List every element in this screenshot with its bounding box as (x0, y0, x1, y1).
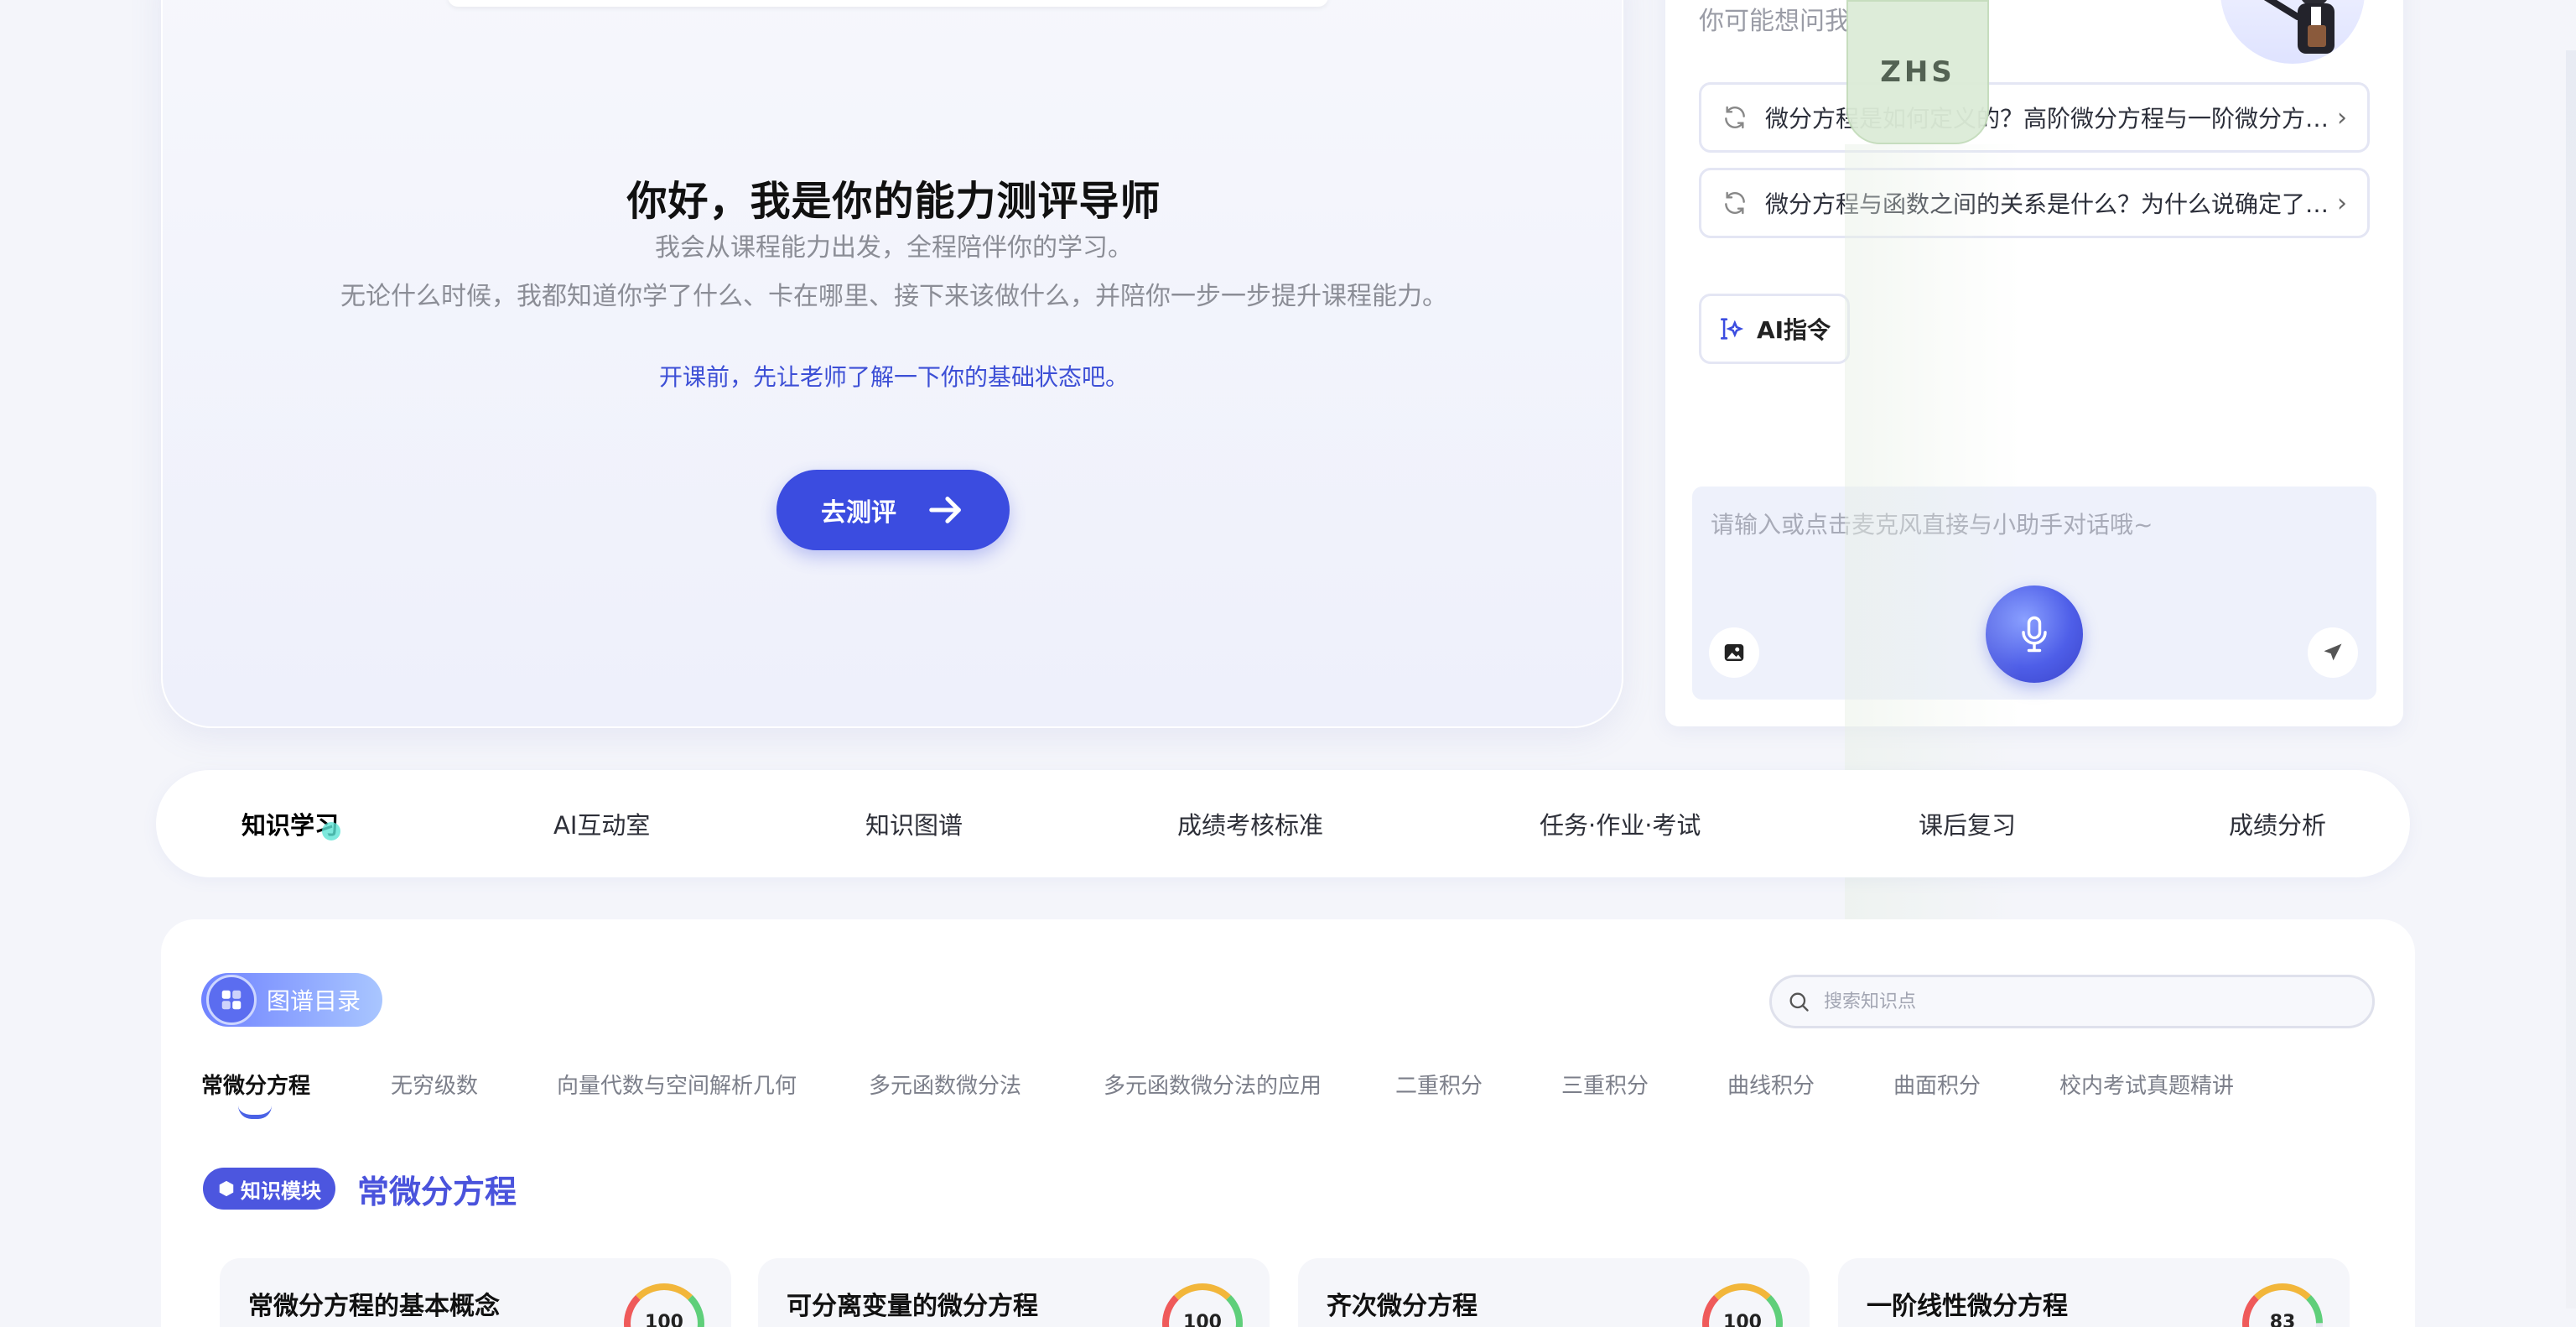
main-tab-bar: 知识学习 AI互动室 知识图谱 成绩考核标准 任务·作业·考试 课后复习 成绩分… (156, 770, 2410, 877)
knowledge-card-score: 83 (2269, 1312, 2296, 1327)
module-tag: 知识模块 (203, 1168, 335, 1210)
knowledge-card-score: 100 (1723, 1312, 1762, 1327)
suggested-question-1[interactable]: 微分方程是如何定义的？高阶微分方程与一阶微分方程有什么区别？ › (1699, 82, 2370, 153)
zhs-floating-badge[interactable]: ZHS (1846, 0, 1989, 144)
assistant-hint: 你可能想问我 (1699, 7, 1850, 36)
refresh-icon (1725, 191, 1745, 215)
tab-grading-standards[interactable]: 成绩考核标准 (1177, 770, 1323, 877)
teacher-illustration-icon (2263, 0, 2334, 54)
grid-icon (206, 975, 257, 1025)
chapter-tab[interactable]: 多元函数微分法 (869, 1069, 1021, 1100)
knowledge-card-title: 一阶线性微分方程 (1867, 1292, 2068, 1321)
microphone-button[interactable] (1986, 585, 2083, 683)
chapter-tab[interactable]: 曲面积分 (1893, 1069, 1981, 1100)
send-icon (2324, 643, 2342, 661)
refresh-icon (1725, 106, 1745, 129)
image-upload-button[interactable] (1709, 627, 1759, 678)
arrow-right-icon (929, 497, 961, 523)
ai-sparkle-icon (1720, 318, 1744, 340)
send-button[interactable] (2308, 627, 2358, 678)
assistant-panel: 你可能想问我 微分方程是如何定义的？高阶微分方程与一阶微分方程有什么区别？ › … (1665, 0, 2403, 726)
module-title: 常微分方程 (357, 1173, 517, 1210)
knowledge-search-field[interactable] (1769, 975, 2375, 1028)
hero-note: 开课前，先让老师了解一下你的基础状态吧。 (658, 363, 1129, 391)
gauge-fill-segment (2254, 1283, 2311, 1300)
go-assessment-button[interactable]: 去测评 (776, 470, 1010, 550)
tab-ai-interactive-room[interactable]: AI互动室 (553, 770, 650, 877)
hero-card: 你好，我是你的能力测评导师 我会从课程能力出发，全程陪伴你的学习。 无论什么时候… (161, 0, 1623, 728)
tab-knowledge-graph[interactable]: 知识图谱 (865, 770, 963, 877)
knowledge-card-score: 100 (1183, 1312, 1222, 1327)
chapter-tab[interactable]: 常微分方程 (201, 1069, 310, 1100)
knowledge-card-title: 可分离变量的微分方程 (787, 1292, 1038, 1321)
hero-description-line2: 无论什么时候，我都知道你学了什么、卡在哪里、接下来该做什么，并陪你一步一步提升课… (340, 282, 1447, 311)
gauge-fill-segment (636, 1283, 693, 1300)
active-chapter-indicator (238, 1106, 272, 1119)
chat-input-box[interactable]: 请输入或点击麦克风直接与小助手对话哦~ (1692, 487, 2376, 700)
scrollbar-track[interactable] (2566, 50, 2576, 1309)
chapter-tab[interactable]: 三重积分 (1561, 1069, 1649, 1100)
gauge-fill-segment (1174, 1283, 1231, 1300)
knowledge-card[interactable]: 可分离变量的微分方程 100 (758, 1258, 1270, 1327)
assistant-avatar (2220, 0, 2365, 64)
knowledge-card[interactable]: 一阶线性微分方程 83 (1838, 1258, 2350, 1327)
graph-catalog-label: 图谱目录 (267, 987, 361, 1015)
hero-top-bar (448, 0, 1328, 7)
search-icon (1789, 992, 1809, 1012)
chapter-tab[interactable]: 二重积分 (1395, 1069, 1483, 1100)
suggested-question-text: 微分方程与函数之间的关系是什么？为什么说确定了微分方程就确定了函数？ (1765, 190, 2337, 218)
knowledge-card-title: 常微分方程的基本概念 (248, 1292, 500, 1321)
search-input[interactable] (1824, 991, 2327, 1012)
tab-tasks-homework-exams[interactable]: 任务·作业·考试 (1540, 770, 1701, 877)
chevron-right-icon: › (2337, 188, 2347, 218)
tab-grade-analysis[interactable]: 成绩分析 (2229, 770, 2326, 877)
chapter-tab[interactable]: 校内考试真题精讲 (2059, 1069, 2234, 1100)
chat-input-placeholder: 请输入或点击麦克风直接与小助手对话哦~ (1711, 511, 2153, 539)
chapter-tab[interactable]: 曲线积分 (1727, 1069, 1815, 1100)
gauge-fill-segment (1714, 1283, 1771, 1300)
knowledge-card-score: 100 (645, 1312, 683, 1327)
chapter-tab[interactable]: 向量代数与空间解析几何 (557, 1069, 797, 1100)
suggested-question-2[interactable]: 微分方程与函数之间的关系是什么？为什么说确定了微分方程就确定了函数？ › (1699, 168, 2370, 238)
chevron-right-icon: › (2337, 102, 2347, 133)
tab-after-class-review[interactable]: 课后复习 (1919, 770, 2016, 877)
knowledge-content-card: 图谱目录 常微分方程 无穷级数 向量代数与空间解析几何 多元函数微分法 多元函数… (161, 919, 2415, 1327)
ai-command-button[interactable]: AI指令 (1699, 294, 1850, 364)
chapter-tab[interactable]: 多元函数微分法的应用 (1104, 1069, 1322, 1100)
go-assessment-label: 去测评 (821, 498, 896, 528)
image-icon (1724, 644, 1744, 661)
ai-command-label: AI指令 (1756, 316, 1831, 344)
cube-icon (219, 1180, 234, 1197)
knowledge-card-title: 齐次微分方程 (1327, 1292, 1478, 1321)
chapter-tab[interactable]: 无穷级数 (391, 1069, 478, 1100)
hero-description-line1: 我会从课程能力出发，全程陪伴你的学习。 (655, 233, 1133, 263)
knowledge-card[interactable]: 常微分方程的基本概念 100 (220, 1258, 731, 1327)
microphone-icon (2022, 616, 2047, 653)
hero-title: 你好，我是你的能力测评导师 (626, 178, 1161, 225)
active-tab-indicator (322, 822, 340, 840)
knowledge-card[interactable]: 齐次微分方程 100 (1298, 1258, 1810, 1327)
module-tag-label: 知识模块 (241, 1179, 321, 1203)
graph-catalog-chip[interactable]: 图谱目录 (201, 973, 382, 1027)
